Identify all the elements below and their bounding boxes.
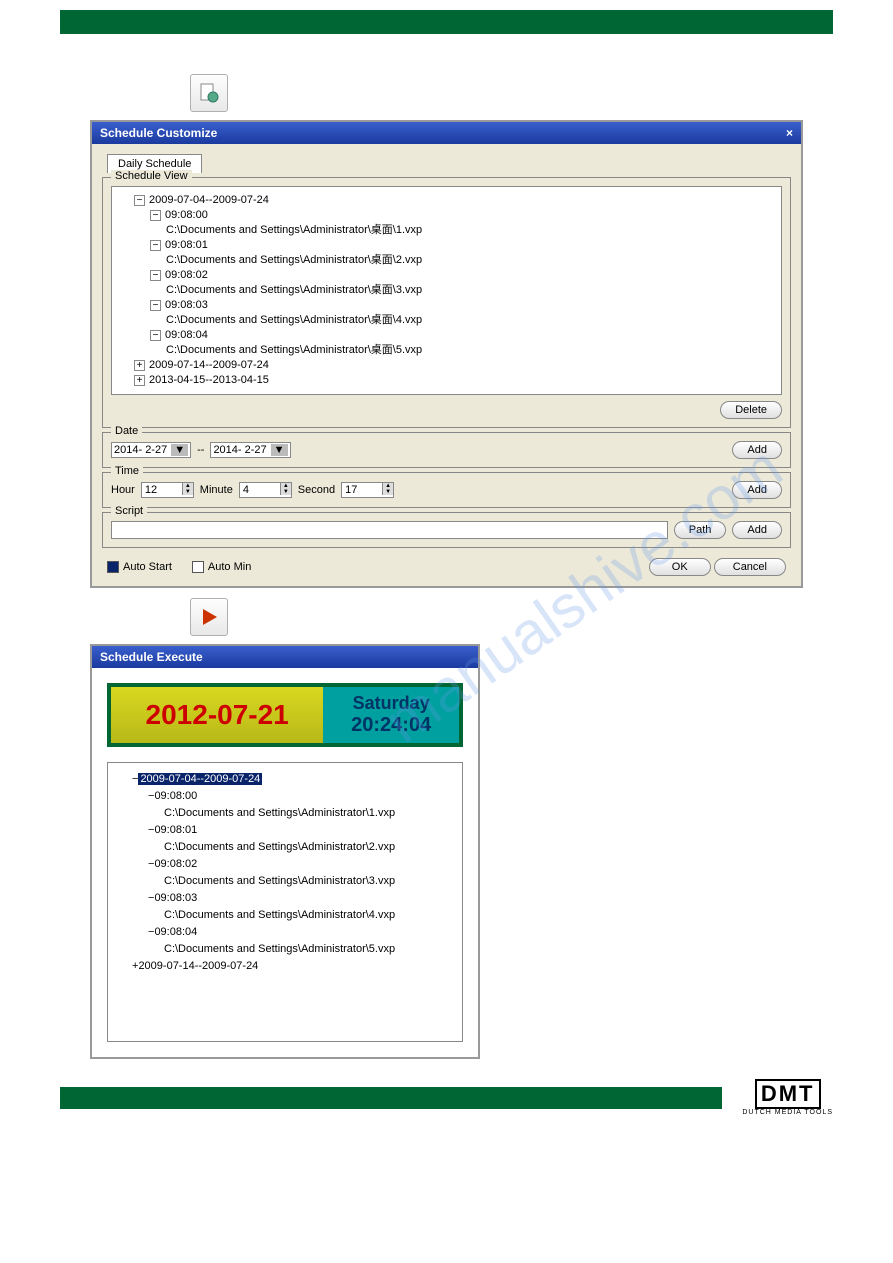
tree-file[interactable]: C:\Documents and Settings\Administrator\… (164, 839, 454, 856)
tree-range[interactable]: 2009-07-14--2009-07-24 (138, 960, 258, 972)
tree-time[interactable]: 09:08:02 (165, 269, 208, 281)
schedule-customize-window: Schedule Customize × Daily Schedule Sche… (90, 120, 803, 588)
minute-spinner[interactable]: ▲▼ (239, 482, 292, 498)
tree-expand-icon[interactable]: + (134, 375, 145, 386)
minute-input[interactable] (240, 483, 280, 497)
auto-start-checkbox[interactable]: Auto Start (107, 561, 172, 573)
tree-file[interactable]: C:\Documents and Settings\Administrator\… (166, 223, 775, 238)
second-label: Second (298, 484, 335, 496)
tree-file[interactable]: C:\Documents and Settings\Administrator\… (164, 941, 454, 958)
path-button[interactable]: Path (674, 521, 727, 539)
chevron-down-icon: ▼ (271, 444, 288, 456)
tree-time[interactable]: 09:08:03 (165, 299, 208, 311)
tree-time[interactable]: 09:08:04 (165, 329, 208, 341)
schedule-execute-icon-button[interactable] (190, 598, 228, 636)
hour-label: Hour (111, 484, 135, 496)
time-group: Time Hour ▲▼ Minute ▲▼ Second ▲▼ Add (102, 472, 791, 508)
footer-bar (60, 1087, 722, 1109)
close-icon[interactable]: × (786, 126, 793, 140)
execute-tree[interactable]: −2009-07-04--2009-07-24 −09:08:00 C:\Doc… (107, 762, 463, 1042)
tree-file[interactable]: C:\Documents and Settings\Administrator\… (166, 253, 775, 268)
date-group: Date 2014- 2-27▼ -- 2014- 2-27▼ Add (102, 432, 791, 468)
hour-input[interactable] (142, 483, 182, 497)
tree-file[interactable]: C:\Documents and Settings\Administrator\… (166, 313, 775, 328)
tree-collapse-icon[interactable]: − (134, 195, 145, 206)
delete-button[interactable]: Delete (720, 401, 782, 419)
tree-collapse-icon[interactable]: − (150, 270, 161, 281)
dmt-logo: DMT DUTCH MEDIA TOOLS (742, 1079, 833, 1116)
script-group: Script Path Add (102, 512, 791, 548)
tree-time[interactable]: 09:08:04 (154, 926, 197, 938)
date-from-select[interactable]: 2014- 2-27▼ (111, 442, 191, 458)
clock-day: Saturday (327, 693, 455, 714)
script-add-button[interactable]: Add (732, 521, 782, 539)
tree-collapse-icon[interactable]: − (150, 330, 161, 341)
window-title: Schedule Execute (100, 650, 203, 664)
clock-display: 2012-07-21 Saturday 20:24:04 (107, 683, 463, 747)
document-gear-icon (198, 82, 220, 104)
date-to-select[interactable]: 2014- 2-27▼ (210, 442, 290, 458)
schedule-execute-window: Schedule Execute 2012-07-21 Saturday 20:… (90, 644, 480, 1059)
titlebar: Schedule Execute (92, 646, 478, 668)
second-spinner[interactable]: ▲▼ (341, 482, 394, 498)
tree-time[interactable]: 09:08:02 (154, 858, 197, 870)
play-icon (199, 607, 219, 627)
checkbox-checked-icon (107, 561, 119, 573)
schedule-customize-icon-button[interactable] (190, 74, 228, 112)
schedule-tree[interactable]: −2009-07-04--2009-07-24 −09:08:00 C:\Doc… (111, 186, 782, 395)
script-path-input[interactable] (111, 521, 668, 539)
second-input[interactable] (342, 483, 382, 497)
tree-time[interactable]: 09:08:00 (154, 790, 197, 802)
spin-down-icon[interactable]: ▼ (382, 489, 393, 495)
schedule-view-group: Schedule View −2009-07-04--2009-07-24 −0… (102, 177, 791, 428)
tree-range[interactable]: 2009-07-14--2009-07-24 (149, 359, 269, 371)
script-label: Script (111, 505, 147, 517)
tree-expand-icon[interactable]: + (134, 360, 145, 371)
tree-range[interactable]: 2013-04-15--2013-04-15 (149, 374, 269, 386)
tree-time[interactable]: 09:08:03 (154, 892, 197, 904)
tree-time[interactable]: 09:08:01 (165, 239, 208, 251)
chevron-down-icon: ▼ (171, 444, 188, 456)
ok-button[interactable]: OK (649, 558, 711, 576)
window-title: Schedule Customize (100, 126, 217, 140)
tree-collapse-icon[interactable]: − (150, 210, 161, 221)
tree-time[interactable]: 09:08:01 (154, 824, 197, 836)
date-label: Date (111, 425, 142, 437)
schedule-view-label: Schedule View (111, 170, 192, 182)
tree-collapse-icon[interactable]: − (150, 300, 161, 311)
checkbox-icon (192, 561, 204, 573)
tree-collapse-icon[interactable]: − (150, 240, 161, 251)
time-add-button[interactable]: Add (732, 481, 782, 499)
date-separator: -- (197, 444, 204, 456)
tree-file[interactable]: C:\Documents and Settings\Administrator\… (164, 805, 454, 822)
spin-down-icon[interactable]: ▼ (182, 489, 193, 495)
tree-file[interactable]: C:\Documents and Settings\Administrator\… (164, 873, 454, 890)
tree-file[interactable]: C:\Documents and Settings\Administrator\… (166, 343, 775, 358)
tree-range[interactable]: 2009-07-04--2009-07-24 (149, 194, 269, 206)
tree-file[interactable]: C:\Documents and Settings\Administrator\… (166, 283, 775, 298)
tree-file[interactable]: C:\Documents and Settings\Administrator\… (164, 907, 454, 924)
auto-min-checkbox[interactable]: Auto Min (192, 561, 251, 573)
tree-range-selected[interactable]: 2009-07-04--2009-07-24 (138, 773, 262, 785)
clock-date: 2012-07-21 (111, 687, 323, 743)
cancel-button[interactable]: Cancel (714, 558, 786, 576)
date-add-button[interactable]: Add (732, 441, 782, 459)
titlebar: Schedule Customize × (92, 122, 801, 144)
footer: DMT DUTCH MEDIA TOOLS (0, 1079, 893, 1136)
header-bar (60, 10, 833, 34)
time-label: Time (111, 465, 143, 477)
clock-time: 20:24:04 (327, 714, 455, 737)
minute-label: Minute (200, 484, 233, 496)
tree-time[interactable]: 09:08:00 (165, 209, 208, 221)
spin-down-icon[interactable]: ▼ (280, 489, 291, 495)
hour-spinner[interactable]: ▲▼ (141, 482, 194, 498)
